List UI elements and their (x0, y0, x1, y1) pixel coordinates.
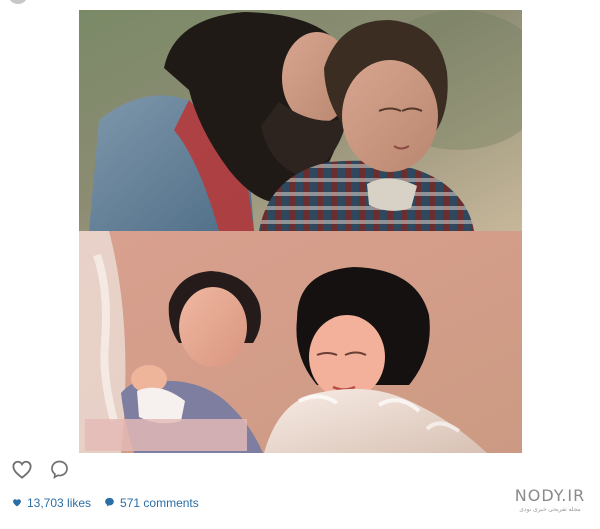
blurred-label-overlay (85, 419, 247, 451)
likes-stat[interactable]: 13,703 likes (12, 496, 91, 510)
watermark-main-text: NODY.IR (514, 486, 586, 505)
small-heart-icon (12, 496, 22, 510)
likes-count: 13,703 likes (27, 496, 92, 510)
comment-button[interactable] (47, 459, 71, 483)
speech-bubble-icon (104, 496, 115, 510)
comments-count: 571 comments (120, 496, 199, 510)
watermark-subtitle: مجله تفریحی خبری نودی (519, 507, 581, 513)
profile-avatar[interactable] (8, 0, 28, 4)
post-stats: 13,703 likes 571 comments (12, 496, 199, 510)
post-actions (10, 459, 71, 483)
post-image[interactable] (79, 10, 522, 453)
heart-icon (11, 459, 33, 484)
caption-fragment (16, 517, 584, 529)
site-watermark: NODY.IR مجله تفریحی خبری نودی (512, 486, 588, 514)
comment-icon (49, 459, 70, 484)
like-button[interactable] (10, 459, 34, 483)
post-photo-top (79, 10, 522, 231)
comments-stat[interactable]: 571 comments (104, 496, 199, 510)
